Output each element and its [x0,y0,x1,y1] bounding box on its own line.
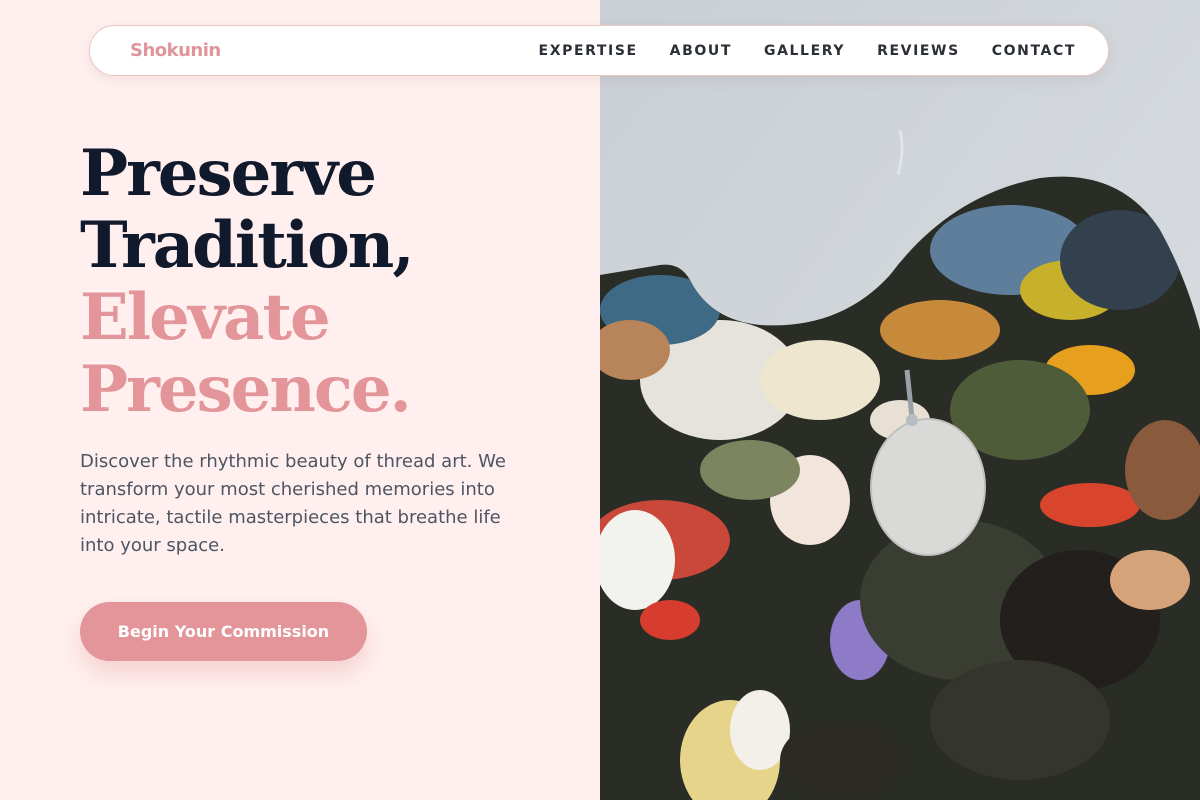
hero-description: Discover the rhythmic beauty of thread a… [80,451,506,556]
brand-logo[interactable]: Shokunin [130,40,221,61]
hero-accent-line-1: Elevate [80,280,331,355]
hero-content: Preserve Tradition, Elevate Presence. Di… [80,138,580,560]
hero-title-line-1: Preserve [80,136,377,211]
hero-image [600,0,1200,800]
nav-link-reviews[interactable]: REVIEWS [877,43,960,59]
hero-accent-line-2: Presence. [80,352,412,427]
nav-link-expertise[interactable]: EXPERTISE [539,43,638,59]
hero-headline: Preserve Tradition, Elevate Presence. [80,138,580,426]
begin-commission-button[interactable]: Begin Your Commission [80,602,367,661]
nav-links: EXPERTISE ABOUT GALLERY REVIEWS CONTACT [539,43,1076,59]
hero-title-line-2: Tradition, [80,208,415,283]
nav-link-gallery[interactable]: GALLERY [764,43,845,59]
nav-link-about[interactable]: ABOUT [670,43,732,59]
navbar: Shokunin EXPERTISE ABOUT GALLERY REVIEWS… [89,25,1109,76]
paint-palette-photo-icon [600,0,1200,800]
nav-link-contact[interactable]: CONTACT [992,43,1076,59]
